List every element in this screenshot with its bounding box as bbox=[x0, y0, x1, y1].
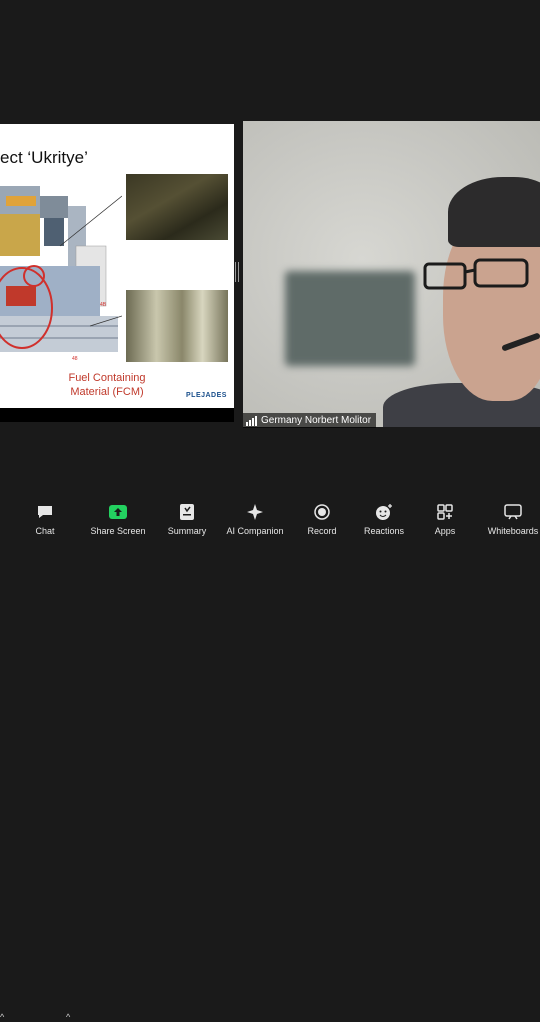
participant-video[interactable] bbox=[243, 121, 540, 427]
fcm-line-1: Fuel Containing bbox=[68, 372, 146, 384]
share-screen-label: Share Screen bbox=[90, 526, 146, 536]
plejades-logo: PLEJADES bbox=[186, 392, 227, 399]
reactions-icon bbox=[375, 500, 393, 524]
meeting-toolbar: ^ Chat ^ Share Screen Summary AI Compani… bbox=[0, 500, 540, 1022]
apps-label: Apps bbox=[434, 526, 456, 536]
whiteboards-button[interactable]: Whiteboards bbox=[486, 500, 540, 540]
chat-icon bbox=[36, 500, 54, 524]
whiteboards-icon bbox=[504, 500, 522, 524]
summary-label: Summary bbox=[167, 526, 207, 536]
summary-button[interactable]: Summary bbox=[162, 500, 212, 540]
chevron-up-icon[interactable]: ^ bbox=[0, 1012, 4, 1022]
reactor-diagram: 4B 48 bbox=[0, 186, 122, 362]
participant-name-tag: Germany Norbert Molitor bbox=[243, 413, 377, 428]
photo-interior-top bbox=[126, 174, 228, 240]
reactions-label: Reactions bbox=[363, 526, 405, 536]
summary-icon bbox=[179, 500, 195, 524]
record-icon bbox=[314, 500, 330, 524]
whiteboards-label: Whiteboards bbox=[487, 526, 539, 536]
reactions-button[interactable]: Reactions bbox=[360, 500, 408, 540]
slide-title: ect ‘Ukritye’ bbox=[0, 148, 88, 167]
svg-text:48: 48 bbox=[72, 356, 78, 362]
chat-button[interactable]: Chat bbox=[30, 500, 60, 540]
chevron-up-icon[interactable]: ^ bbox=[66, 1012, 70, 1022]
apps-button[interactable]: Apps bbox=[430, 500, 460, 540]
participant-name: Germany Norbert Molitor bbox=[261, 415, 372, 426]
glasses bbox=[423, 258, 529, 290]
chat-label: Chat bbox=[35, 526, 55, 536]
share-screen-button[interactable]: Share Screen bbox=[88, 500, 148, 540]
wall-picture bbox=[285, 271, 415, 366]
fcm-line-2: Material (FCM) bbox=[70, 386, 144, 398]
record-label: Record bbox=[307, 526, 337, 536]
resize-handle[interactable] bbox=[235, 262, 239, 282]
ai-companion-button[interactable]: AI Companion bbox=[222, 500, 288, 540]
record-button[interactable]: Record bbox=[302, 500, 342, 540]
fcm-caption: Fuel Containing Material (FCM) bbox=[62, 371, 152, 399]
ai-companion-icon bbox=[246, 500, 264, 524]
share-screen-icon bbox=[108, 500, 128, 524]
audio-level-icon bbox=[246, 415, 257, 426]
shared-slide: ect ‘Ukritye’ 4B 48 Fuel Containing Mate… bbox=[0, 124, 234, 408]
ai-companion-label: AI Companion bbox=[226, 526, 284, 536]
apps-icon bbox=[437, 500, 453, 524]
slide-footer bbox=[0, 408, 234, 422]
svg-text:4B: 4B bbox=[100, 302, 107, 308]
photo-interior-bottom bbox=[126, 290, 228, 362]
participant-hair bbox=[448, 177, 540, 247]
